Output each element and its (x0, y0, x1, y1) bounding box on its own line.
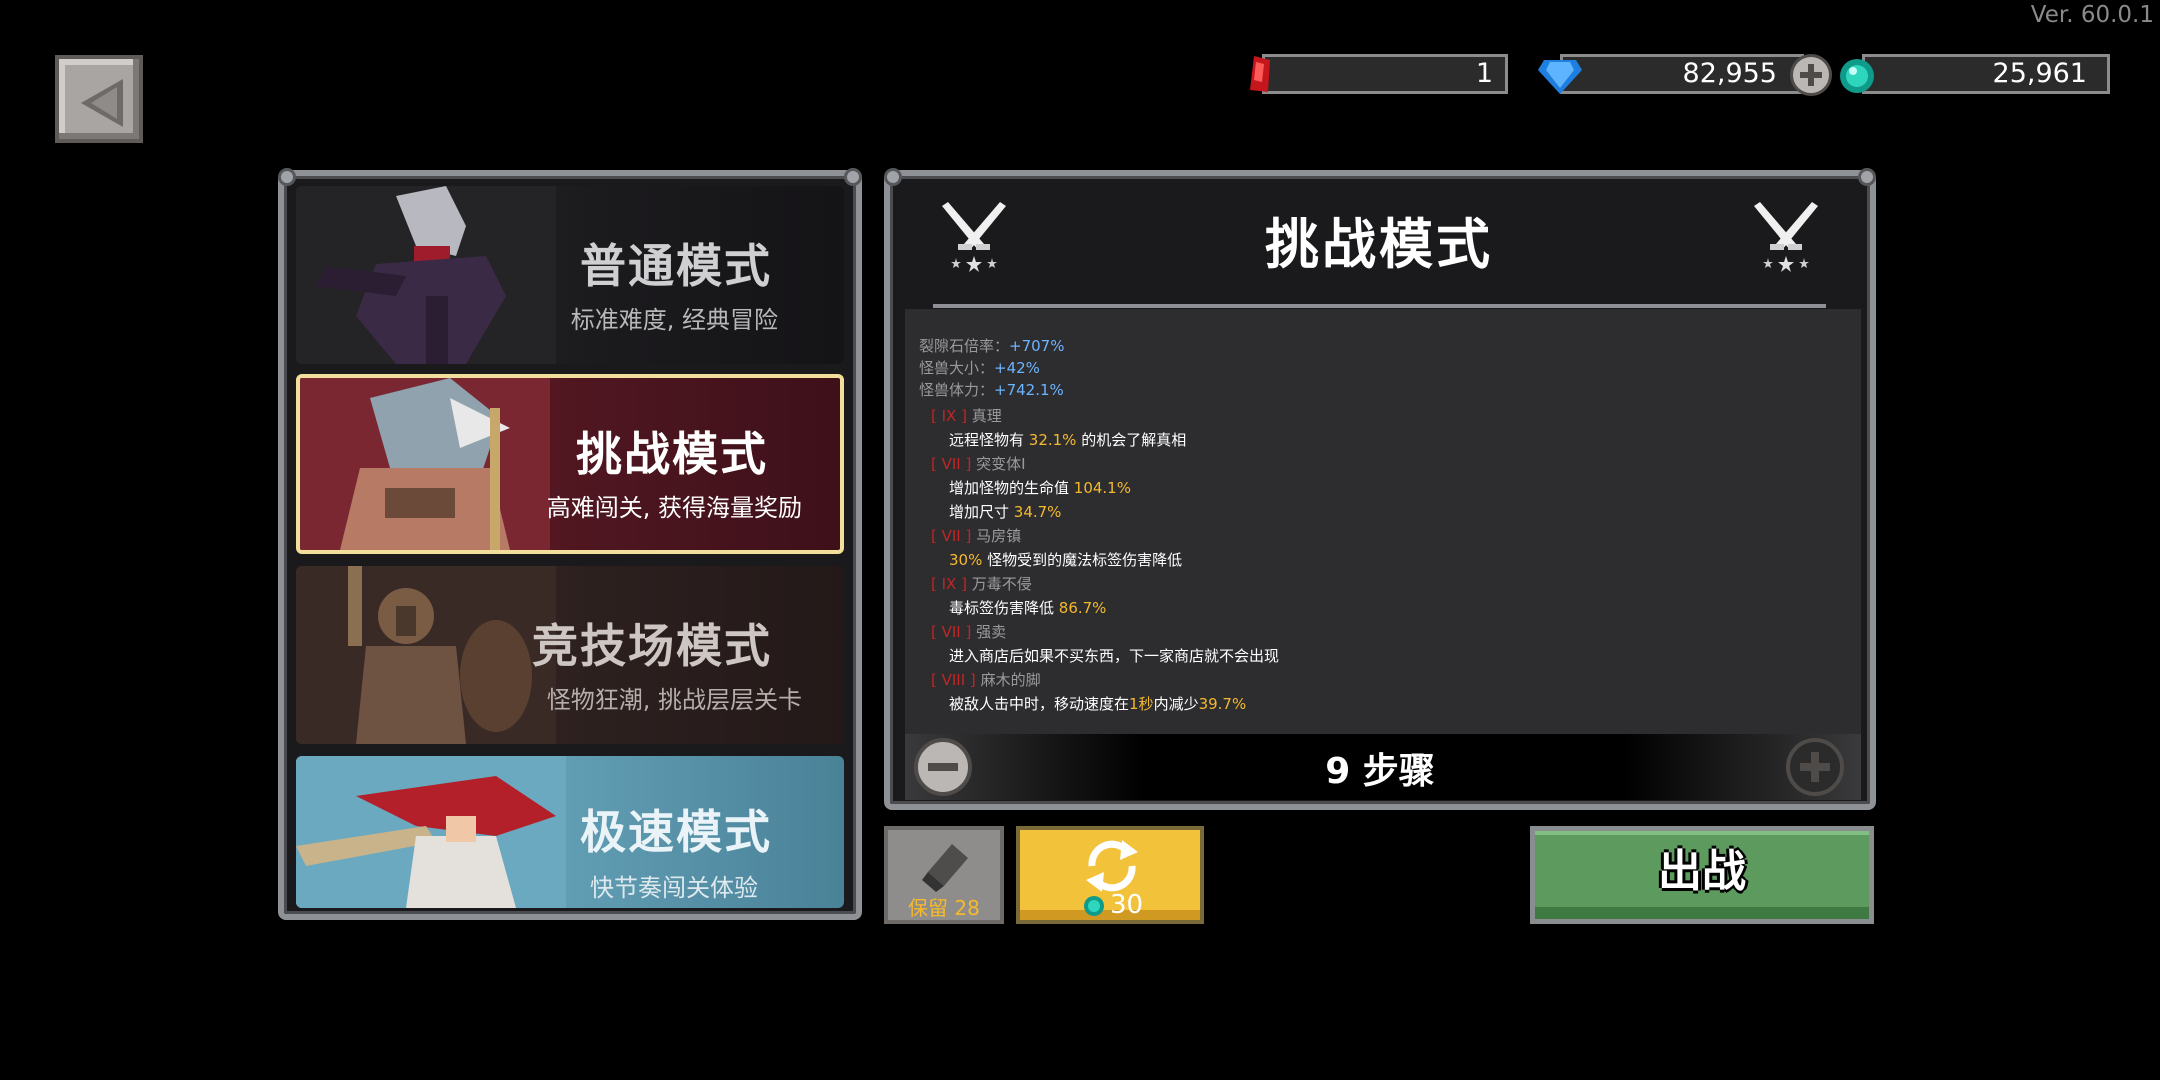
minus-icon (928, 763, 958, 771)
modifier-header: [ IX ] 真理 (931, 407, 1002, 425)
modifier-header: [ VII ] 马房镇 (931, 527, 1022, 545)
modifier-details: 裂隙石倍率：+707% 怪兽大小：+42% 怪兽体力：+742.1% [ IX … (905, 309, 1861, 734)
mode-card-arena[interactable]: 竞技场模式 怪物狂潮, 挑战层层关卡 (296, 566, 844, 744)
panel-rivet (1858, 168, 1876, 186)
modifier-header: [ IX ] 万毒不侵 (931, 575, 1032, 593)
ninja-character-art (296, 186, 556, 364)
gem-value: 82,955 (1682, 58, 1777, 89)
panel-rivet (884, 168, 902, 186)
mode-card-speed[interactable]: 极速模式 快节奏闯关体验 (296, 756, 844, 908)
stat-line: 裂隙石倍率：+707% (919, 337, 1065, 355)
modifier-description: 增加怪物的生命值 104.1% (949, 479, 1131, 497)
detail-title: 挑战模式 (1265, 213, 1493, 276)
decrease-steps-button[interactable] (914, 738, 972, 796)
mode-title: 竞技场模式 (532, 619, 772, 673)
keep-button[interactable]: 保留 28 (884, 826, 1004, 924)
modifier-description: 被敌人击中时，移动速度在1秒内减少39.7% (949, 695, 1247, 713)
step-count: 9 步骤 (1325, 751, 1435, 792)
modifier-description: 进入商店后如果不买东西，下一家商店就不会出现 (949, 647, 1280, 665)
title-divider (933, 304, 1826, 308)
mode-title: 极速模式 (580, 805, 772, 859)
rift-stone-icon (1250, 56, 1270, 92)
mode-description: 标准难度, 经典冒险 (570, 306, 778, 334)
mode-description: 快节奏闯关体验 (590, 874, 758, 902)
mode-title: 普通模式 (580, 239, 772, 293)
panel-rivet (844, 168, 862, 186)
keep-label-row: 保留 28 (908, 896, 980, 920)
rift-stone-counter: 1 (1262, 54, 1508, 94)
diamond-icon (1538, 60, 1582, 94)
panel-rivet (278, 168, 296, 186)
version-label: Ver. 60.0.1 (2030, 2, 2154, 28)
mode-card-normal[interactable]: 普通模式 标准难度, 经典冒险 (296, 186, 844, 364)
spartan-warrior-art (296, 566, 556, 744)
soul-counter: 25,961 (1862, 54, 2110, 94)
refresh-icon (1086, 840, 1138, 892)
modifier-description: 30% 怪物受到的魔法标签伤害降低 (949, 551, 1183, 569)
soul-orb-icon (1084, 896, 1104, 916)
eraser-icon (922, 844, 968, 892)
start-battle-button[interactable]: 出战 (1530, 826, 1874, 924)
reroll-cost: 30 (1110, 890, 1144, 920)
start-battle-label: 出战 (1658, 846, 1746, 897)
modifier-header: [ VIII ] 麻木的脚 (931, 671, 1041, 689)
modifier-header: [ VII ] 强卖 (931, 623, 1007, 641)
increase-steps-button[interactable] (1786, 738, 1844, 796)
plus-icon (1800, 752, 1830, 782)
modifier-description: 毒标签伤害降低 86.7% (949, 599, 1107, 617)
stat-line: 怪兽大小：+42% (919, 359, 1040, 377)
modifier-header: [ VII ] 突变体I (931, 455, 1026, 473)
red-hair-swordswoman-art (296, 756, 566, 908)
mode-title: 挑战模式 (576, 427, 768, 481)
soul-value: 25,961 (1992, 58, 2087, 89)
mode-description: 高难闯关, 获得海量奖励 (546, 494, 802, 522)
crossed-swords-icon (942, 202, 1006, 272)
back-button[interactable] (55, 55, 143, 143)
back-arrow-icon (81, 79, 123, 127)
rift-stone-value: 1 (1475, 58, 1493, 89)
shark-warrior-art (300, 378, 550, 550)
mode-card-challenge[interactable]: 挑战模式 高难闯关, 获得海量奖励 (296, 374, 844, 554)
mode-description: 怪物狂潮, 挑战层层关卡 (546, 686, 802, 714)
modifier-description: 远程怪物有 32.1% 的机会了解真相 (949, 431, 1187, 449)
gem-counter: 82,955 (1560, 54, 1804, 94)
plus-icon (1800, 64, 1822, 86)
soul-orb-icon (1840, 59, 1874, 93)
reroll-button[interactable]: 30 (1016, 826, 1204, 924)
add-gems-button[interactable] (1790, 54, 1832, 96)
stat-line: 怪兽体力：+742.1% (919, 381, 1064, 399)
crossed-swords-icon (1754, 202, 1818, 272)
modifier-description: 增加尺寸 34.7% (949, 503, 1062, 521)
